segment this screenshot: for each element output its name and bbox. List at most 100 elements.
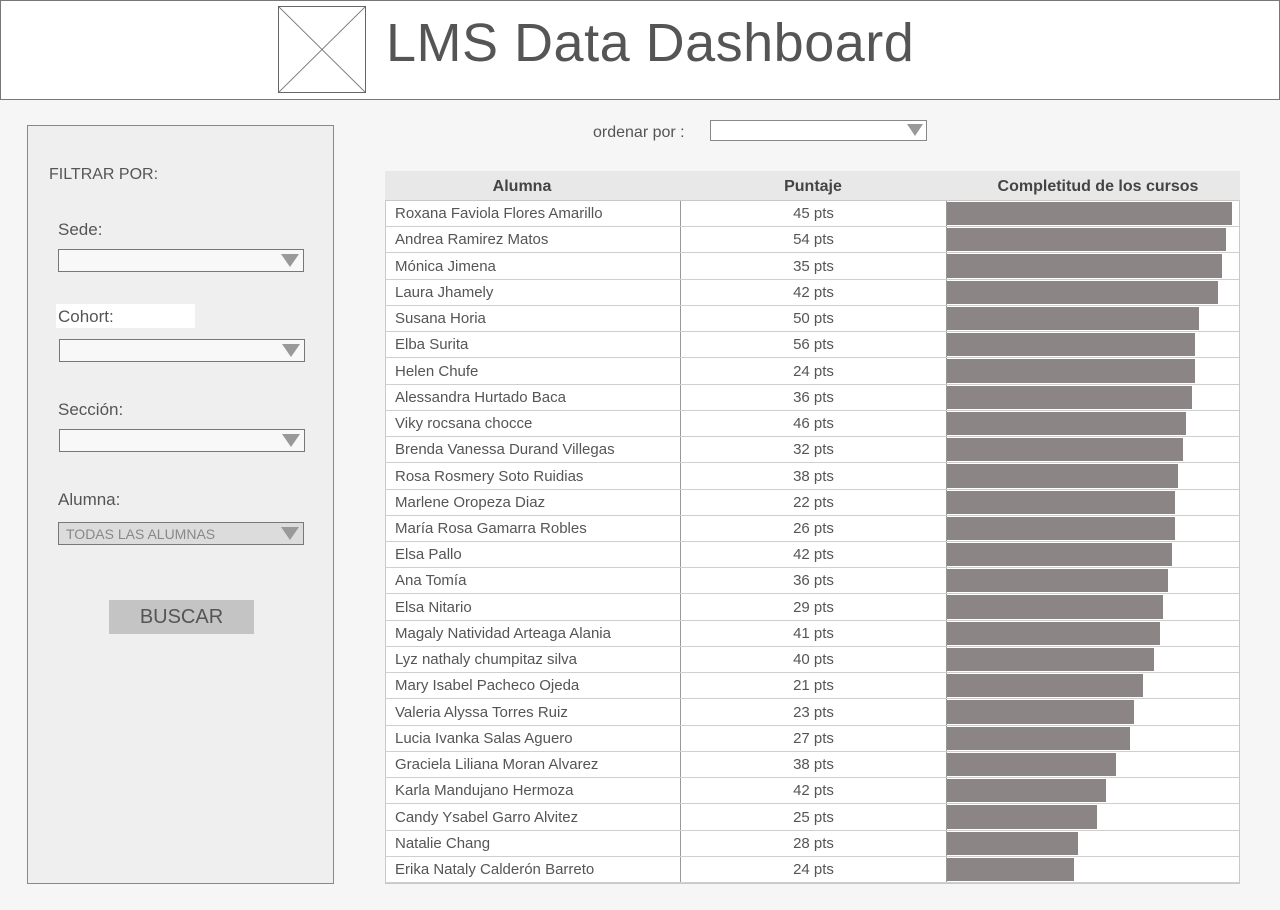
student-name: Graciela Liliana Moran Alvarez — [395, 756, 599, 773]
table-row[interactable]: Magaly Natividad Arteaga Alania 41 pts — [386, 621, 1239, 647]
student-points: 45 pts — [793, 205, 834, 222]
table-row[interactable]: Helen Chufe 24 pts — [386, 358, 1239, 385]
table-row[interactable]: Valeria Alyssa Torres Ruiz 23 pts — [386, 699, 1239, 726]
student-name: Natalie Chang — [395, 835, 491, 852]
table-row[interactable]: Roxana Faviola Flores Amarillo 45 pts — [386, 201, 1239, 227]
chevron-down-icon — [281, 254, 299, 267]
student-points: 38 pts — [793, 468, 834, 485]
student-name: Brenda Vanessa Durand Villegas — [395, 441, 615, 458]
table-row[interactable]: Susana Horia 50 pts — [386, 306, 1239, 332]
table-row[interactable]: Andrea Ramirez Matos 54 pts — [386, 227, 1239, 253]
completion-bar — [947, 727, 1130, 750]
student-points: 23 pts — [793, 704, 834, 721]
student-points: 24 pts — [793, 861, 834, 878]
table-row[interactable]: Candy Ysabel Garro Alvitez 25 pts — [386, 804, 1239, 831]
search-button[interactable]: BUSCAR — [109, 600, 254, 634]
table-row[interactable]: Rosa Rosmery Soto Ruidias 38 pts — [386, 463, 1239, 490]
table-row[interactable]: Brenda Vanessa Durand Villegas 32 pts — [386, 437, 1239, 463]
student-name: Magaly Natividad Arteaga Alania — [395, 625, 611, 642]
student-points: 56 pts — [793, 336, 834, 353]
completion-bar — [947, 858, 1074, 881]
table-row[interactable]: Elsa Nitario 29 pts — [386, 594, 1239, 621]
completion-bar — [947, 648, 1154, 671]
header-bar: LMS Data Dashboard — [0, 0, 1280, 100]
completion-bar — [947, 595, 1163, 619]
image-placeholder-icon — [278, 6, 366, 93]
table-row[interactable]: Marlene Oropeza Diaz 22 pts — [386, 490, 1239, 516]
student-points: 35 pts — [793, 258, 834, 275]
column-header-completitud[interactable]: Completitud de los cursos — [998, 178, 1199, 196]
student-name: Susana Horia — [395, 310, 486, 327]
table-row[interactable]: Mary Isabel Pacheco Ojeda 21 pts — [386, 673, 1239, 699]
cohort-select[interactable] — [59, 339, 305, 362]
table-header: Alumna Puntaje Completitud de los cursos — [385, 171, 1240, 200]
table-row[interactable]: Viky rocsana chocce 46 pts — [386, 411, 1239, 437]
student-points: 24 pts — [793, 363, 834, 380]
completion-bar — [947, 254, 1222, 278]
completion-bar — [947, 386, 1192, 409]
table-row[interactable]: Ana Tomía 36 pts — [386, 568, 1239, 594]
filter-panel: FILTRAR POR: Sede: Cohort: Sección: Alum… — [27, 125, 334, 884]
alumna-select[interactable]: TODAS LAS ALUMNAS — [58, 522, 304, 545]
student-name: Candy Ysabel Garro Alvitez — [395, 809, 579, 826]
table-row[interactable]: Lucia Ivanka Salas Aguero 27 pts — [386, 726, 1239, 752]
completion-bar — [947, 700, 1134, 724]
completion-bar — [947, 202, 1232, 225]
table-row[interactable]: Mónica Jimena 35 pts — [386, 253, 1239, 280]
student-points: 36 pts — [793, 389, 834, 406]
filter-title: FILTRAR POR: — [49, 166, 159, 183]
table-row[interactable]: Elsa Pallo 42 pts — [386, 542, 1239, 568]
student-name: Viky rocsana chocce — [395, 415, 533, 432]
student-points: 41 pts — [793, 625, 834, 642]
student-points: 27 pts — [793, 730, 834, 747]
table-row[interactable]: Alessandra Hurtado Baca 36 pts — [386, 385, 1239, 411]
chevron-down-icon — [281, 527, 299, 540]
student-points: 26 pts — [793, 520, 834, 537]
table-row[interactable]: Graciela Liliana Moran Alvarez 38 pts — [386, 752, 1239, 778]
student-points: 32 pts — [793, 441, 834, 458]
student-points: 29 pts — [793, 599, 834, 616]
completion-bar — [947, 412, 1186, 435]
table-row[interactable]: Natalie Chang 28 pts — [386, 831, 1239, 857]
seccion-select[interactable] — [59, 429, 305, 452]
student-points: 21 pts — [793, 677, 834, 694]
student-name: Alessandra Hurtado Baca — [395, 389, 566, 406]
student-points: 54 pts — [793, 231, 834, 248]
student-name: Mary Isabel Pacheco Ojeda — [395, 677, 580, 694]
column-header-alumna[interactable]: Alumna — [493, 178, 552, 196]
table-row[interactable]: Karla Mandujano Hermoza 42 pts — [386, 778, 1239, 804]
sort-select[interactable] — [710, 120, 927, 141]
student-name: Elsa Nitario — [395, 599, 472, 616]
table-row[interactable]: Elba Surita 56 pts — [386, 332, 1239, 358]
student-name: Helen Chufe — [395, 363, 479, 380]
student-points: 42 pts — [793, 782, 834, 799]
student-points: 50 pts — [793, 310, 834, 327]
student-name: Mónica Jimena — [395, 258, 496, 275]
student-name: María Rosa Gamarra Robles — [395, 520, 587, 537]
cohort-label: Cohort: — [58, 307, 114, 326]
completion-bar — [947, 805, 1097, 829]
completion-bar — [947, 491, 1175, 514]
student-name: Marlene Oropeza Diaz — [395, 494, 546, 511]
student-points: 22 pts — [793, 494, 834, 511]
sede-label: Sede: — [58, 220, 103, 239]
student-name: Elba Surita — [395, 336, 469, 353]
sede-select[interactable] — [58, 249, 304, 272]
column-header-puntaje[interactable]: Puntaje — [784, 178, 842, 196]
completion-bar — [947, 832, 1078, 855]
student-points: 42 pts — [793, 546, 834, 563]
page-title: LMS Data Dashboard — [386, 13, 915, 73]
student-points: 28 pts — [793, 835, 834, 852]
student-name: Rosa Rosmery Soto Ruidias — [395, 468, 584, 485]
completion-bar — [947, 753, 1116, 776]
students-table: Roxana Faviola Flores Amarillo 45 pts Andr… — [385, 200, 1240, 884]
table-row[interactable]: Erika Nataly Calderón Barreto 24 pts — [386, 857, 1239, 883]
table-row[interactable]: María Rosa Gamarra Robles 26 pts — [386, 516, 1239, 542]
chevron-down-icon — [282, 344, 300, 357]
completion-bar — [947, 228, 1226, 251]
student-points: 38 pts — [793, 756, 834, 773]
student-points: 46 pts — [793, 415, 834, 432]
table-row[interactable]: Laura Jhamely 42 pts — [386, 280, 1239, 306]
table-row[interactable]: Lyz nathaly chumpitaz silva 40 pts — [386, 647, 1239, 673]
seccion-label: Sección: — [58, 400, 124, 419]
